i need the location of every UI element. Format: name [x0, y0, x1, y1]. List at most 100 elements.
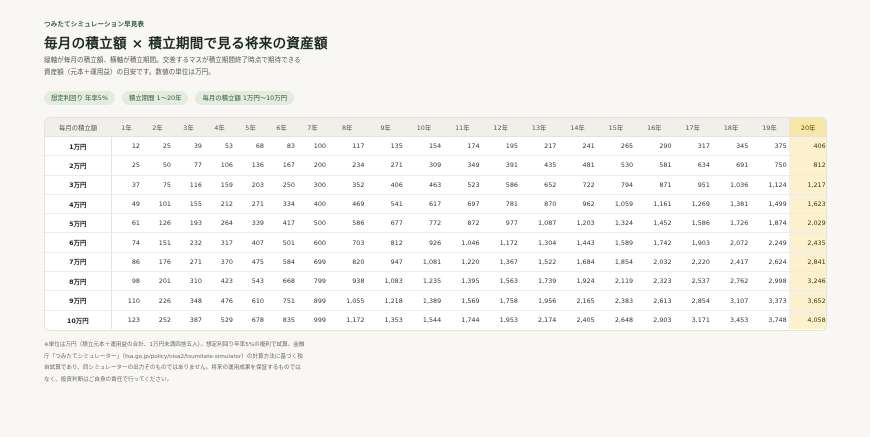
table-cell: 2,998 — [750, 271, 789, 292]
column-header: 10年 — [404, 118, 444, 137]
table-cell: 317 — [204, 232, 235, 253]
table-cell: 1,087 — [519, 213, 559, 234]
table-cell: 2,762 — [711, 271, 751, 292]
table-cell: 348 — [173, 290, 204, 311]
column-header: 17年 — [673, 118, 712, 137]
table-cell: 3,373 — [750, 290, 789, 311]
table-cell: 417 — [266, 213, 297, 234]
table-row: 10万円 123 252 387 529 678 835 999 1,172 1,353 1,544… — [45, 310, 826, 330]
column-header: 3年 — [173, 118, 204, 137]
table-cell: 2,417 — [711, 252, 751, 273]
table-cell: 1,623 — [788, 194, 826, 215]
table-cell: 678 — [251, 316, 264, 325]
table-cell: 584 — [266, 252, 297, 273]
table-cell: 799 — [297, 271, 328, 292]
table-cell: 117 — [328, 136, 367, 157]
table-cell: 101 — [142, 194, 173, 215]
table-cell: 772 — [404, 213, 444, 234]
table-cell: 634 — [673, 155, 712, 176]
table-cell: 781 — [481, 194, 520, 215]
table-cell: 1,589 — [596, 232, 636, 253]
column-header: 8年 — [328, 118, 367, 137]
table-cell: 617 — [404, 194, 444, 215]
table-cell: 977 — [481, 213, 520, 234]
table-cell: 174 — [443, 136, 482, 157]
table-cell: 1,235 — [404, 271, 444, 292]
table-cell: 1,956 — [519, 290, 559, 311]
table-cell: 212 — [204, 194, 235, 215]
table-cell: 872 — [443, 213, 482, 234]
table-cell: 938 — [328, 271, 367, 292]
table-row: 3万円 37 75 116 159 203 250 300 352 406 463 523 586 652… — [45, 175, 826, 195]
table-cell: 677 — [366, 213, 405, 234]
table-cell: 151 — [142, 232, 173, 253]
table-cell: 4,058 — [788, 310, 826, 330]
table-cell: 252 — [158, 316, 171, 325]
table-cell: 50 — [142, 155, 173, 176]
table-cell: 1,161 — [635, 194, 674, 215]
table-cell: 290 — [635, 136, 674, 157]
table-cell: 501 — [266, 232, 297, 253]
table-cell: 2,220 — [673, 252, 712, 273]
row-header: 2万円 — [45, 155, 112, 176]
description: 縦軸が毎月の積立額、横軸が積立期間。交差するマスが積立期間終了時点で期待できる資… — [44, 56, 301, 76]
table-cell: 581 — [635, 155, 674, 176]
table-cell: 25 — [142, 136, 173, 157]
simulation-table: 毎月の積立額 1年 2年 3年 4年 5年 6年 7年 8年 9年 10年 11年 12年 13年 14年 1… — [44, 117, 827, 331]
chip-rate: 想定利回り 年率5% — [44, 91, 115, 105]
table-cell: 1,758 — [481, 290, 520, 311]
table-cell: 2,841 — [788, 252, 826, 273]
table-cell: 116 — [173, 175, 204, 195]
table-cell: 406 — [366, 175, 405, 195]
table-cell: 375 — [750, 136, 789, 157]
table-cell: 2,903 — [653, 316, 672, 325]
table-cell: 1,563 — [481, 271, 520, 292]
table-cell: 100 — [297, 136, 328, 157]
row-header: 1万円 — [45, 136, 112, 157]
table-cell: 500 — [297, 213, 328, 234]
table-cell: 947 — [366, 252, 405, 273]
table-cell: 1,522 — [519, 252, 559, 273]
table-row: 8万円 98 201 310 423 543 668 799 938 1,083 1,235 1,39… — [45, 271, 826, 292]
table-cell: 241 — [558, 136, 597, 157]
table-cell: 86 — [111, 252, 142, 273]
table-cell: 3,652 — [788, 290, 826, 311]
table-cell: 370 — [204, 252, 235, 273]
chip-amount: 毎月の積立額 1万円〜10万円 — [195, 91, 295, 105]
table-cell: 1,353 — [384, 316, 403, 325]
table-cell: 167 — [266, 155, 297, 176]
table-cell: 2,165 — [558, 290, 597, 311]
table-cell: 309 — [404, 155, 444, 176]
table-cell: 123 — [127, 316, 140, 325]
table-cell: 1,586 — [673, 213, 712, 234]
table-cell: 820 — [328, 252, 367, 273]
column-header: 7年 — [297, 118, 328, 137]
table-cell: 265 — [596, 136, 636, 157]
column-header: 6年 — [266, 118, 297, 137]
table-cell: 541 — [366, 194, 405, 215]
table-cell: 668 — [266, 271, 297, 292]
table-cell: 2,072 — [711, 232, 751, 253]
row-header: 9万円 — [45, 290, 112, 311]
table-cell: 195 — [481, 136, 520, 157]
table-cell: 469 — [328, 194, 367, 215]
table-cell: 1,172 — [346, 316, 365, 325]
table-cell: 652 — [519, 175, 559, 195]
condition-chips: 想定利回り 年率5% 積立期間 1〜20年 毎月の積立額 1万円〜10万円 — [44, 91, 295, 105]
table-cell: 1,924 — [558, 271, 597, 292]
row-header: 5万円 — [45, 213, 112, 234]
table-cell: 400 — [297, 194, 328, 215]
table-cell: 794 — [596, 175, 636, 195]
table-cell: 870 — [519, 194, 559, 215]
table-cell: 476 — [204, 290, 235, 311]
table-cell: 1,389 — [404, 290, 444, 311]
column-header: 12年 — [481, 118, 520, 137]
row-header: 8万円 — [45, 271, 112, 292]
column-header: 16年 — [635, 118, 674, 137]
table-cell: 1,036 — [711, 175, 751, 195]
table-cell: 1,569 — [443, 290, 482, 311]
table-cell: 345 — [711, 136, 751, 157]
table-cell: 3,453 — [730, 316, 749, 325]
table-cell: 83 — [266, 136, 297, 157]
row-header: 6万円 — [45, 232, 112, 253]
